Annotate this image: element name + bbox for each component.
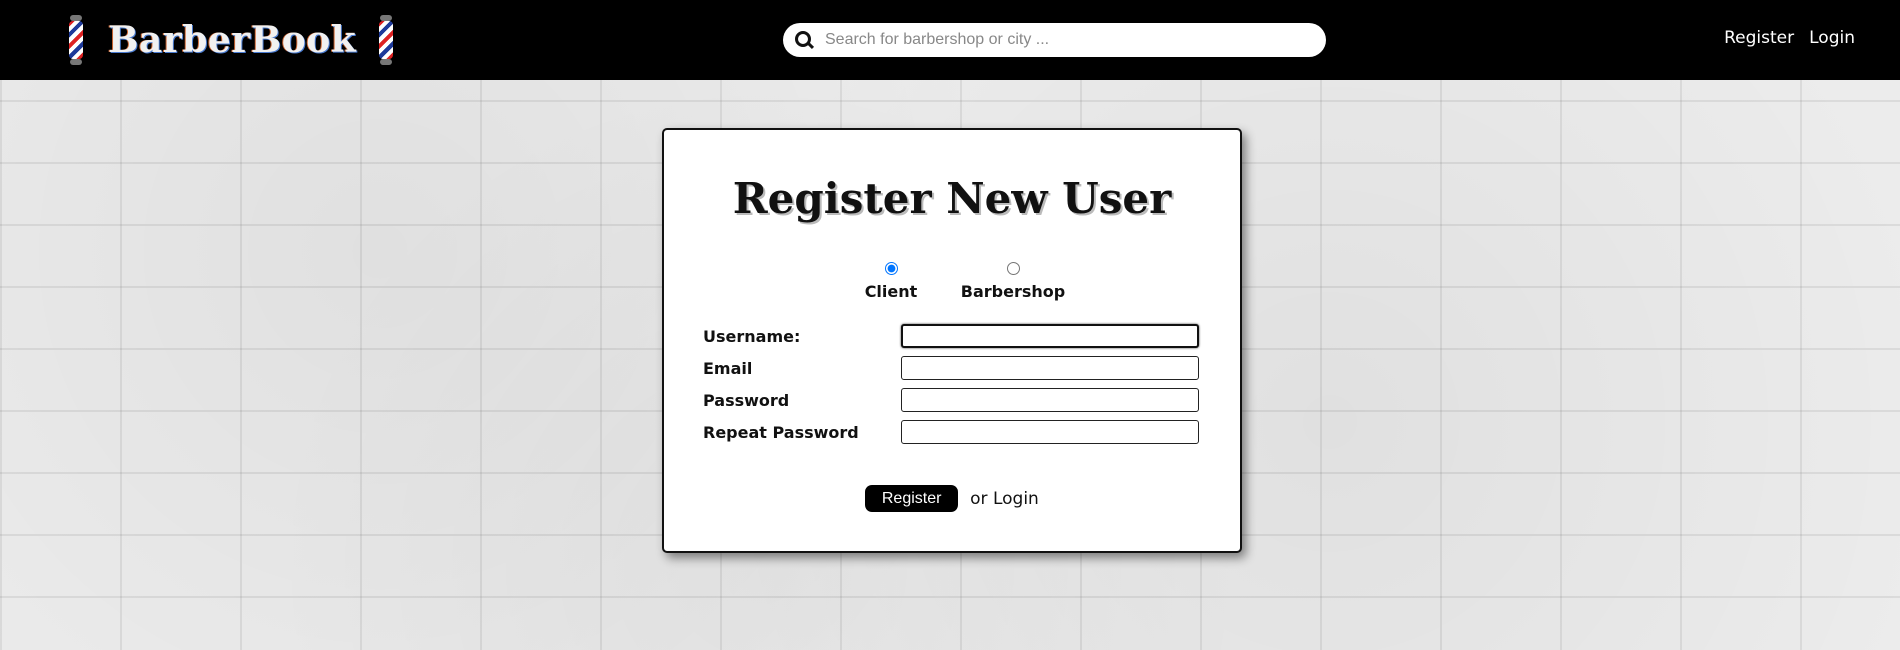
brand-name: BarberBook	[108, 19, 357, 61]
username-label: Username:	[703, 326, 801, 346]
client-label: Client	[864, 282, 918, 301]
email-label: Email	[703, 358, 753, 378]
password-label: Password	[703, 390, 790, 410]
search-icon	[795, 31, 813, 49]
email-field[interactable]	[901, 356, 1199, 380]
top-navigation-bar: BarberBook Register Login	[0, 0, 1900, 80]
login-link[interactable]: Login	[993, 489, 1039, 509]
password-field[interactable]	[901, 388, 1199, 412]
register-card: Register New User Client Barbershop User…	[662, 128, 1242, 553]
nav-register-link[interactable]: Register	[1724, 28, 1794, 48]
email-row: Email	[703, 355, 1203, 381]
search-bar	[783, 23, 1326, 57]
account-type-selector: Client Barbershop	[664, 262, 1240, 301]
barbershop-label: Barbershop	[960, 282, 1066, 301]
register-button[interactable]: Register	[865, 485, 959, 512]
nav-login-link[interactable]: Login	[1809, 28, 1855, 48]
username-field[interactable]	[901, 324, 1199, 348]
header-nav: Register Login	[1724, 28, 1855, 48]
or-login-text: or Login	[970, 489, 1039, 509]
barber-pole-icon	[66, 15, 86, 65]
repeat-password-row: Repeat Password	[703, 419, 1203, 445]
form-actions: Register or Login	[664, 485, 1240, 512]
barbershop-radio[interactable]	[1006, 262, 1020, 275]
client-option[interactable]: Client	[841, 262, 941, 301]
or-text: or	[970, 488, 988, 509]
brand-logo[interactable]: BarberBook	[66, 14, 396, 66]
repeat-password-label: Repeat Password	[703, 422, 859, 442]
password-row: Password	[703, 387, 1203, 413]
barber-pole-icon	[376, 15, 396, 65]
search-input[interactable]	[823, 30, 1307, 50]
client-radio[interactable]	[884, 262, 898, 275]
page-title: Register New User	[732, 174, 1172, 223]
username-row: Username:	[703, 323, 1203, 349]
barbershop-option[interactable]: Barbershop	[960, 262, 1066, 301]
repeat-password-field[interactable]	[901, 420, 1199, 444]
